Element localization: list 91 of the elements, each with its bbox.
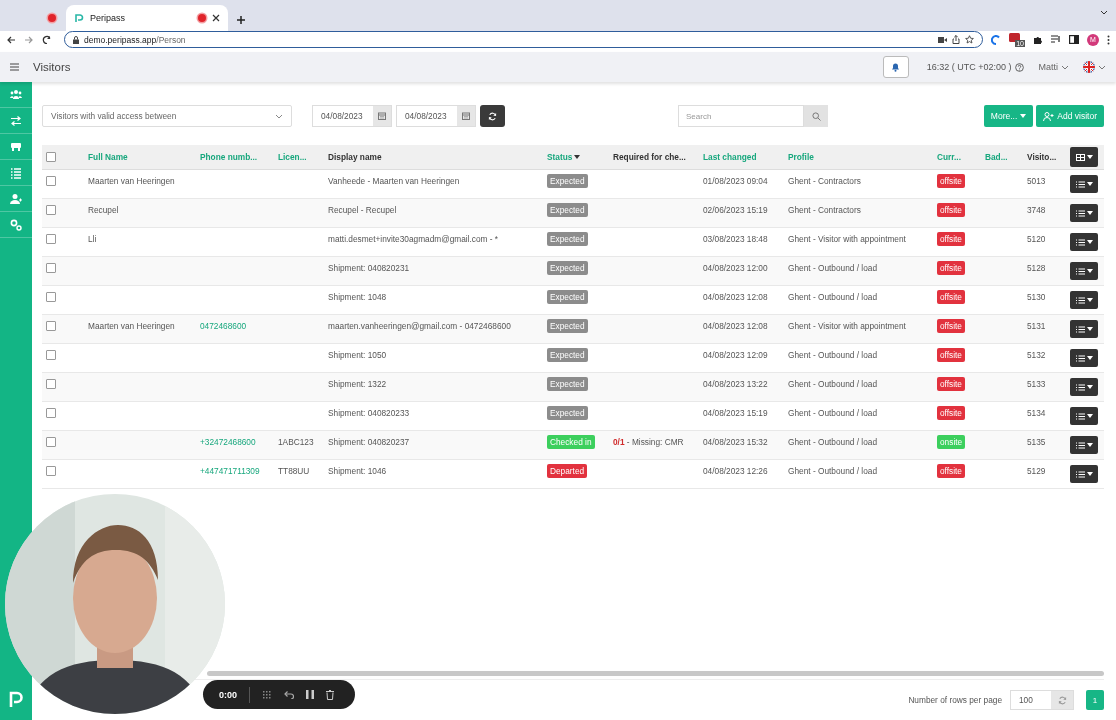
status-badge: Expected: [547, 174, 588, 188]
visitor-id-text: 5013: [1027, 176, 1046, 186]
display-name-text: Shipment: 1046: [328, 466, 387, 476]
visitor-id-text: 5128: [1027, 263, 1046, 273]
date-time-text: 03/08/2023 18:48: [703, 234, 768, 244]
date-time-text: 04/08/2023 12:09: [703, 350, 768, 360]
display-name-text: Recupel - Recupel: [328, 205, 397, 215]
status-badge: Expected: [547, 377, 588, 391]
user-menu[interactable]: Matti: [1038, 62, 1069, 72]
location-badge: offsite: [937, 464, 965, 478]
visitor-id-text: 5130: [1027, 292, 1046, 302]
rows-per-page-label: Number of rows per page: [908, 695, 1002, 705]
profile-text: Ghent - Outbound / load: [788, 408, 878, 418]
display-name-text: Shipment: 040820237: [328, 437, 410, 447]
date-from-field[interactable]: 04/08/2023: [312, 105, 392, 127]
date-to-field[interactable]: 04/08/2023: [396, 105, 476, 127]
date-time-text: 04/08/2023 12:08: [703, 321, 768, 331]
display-name-text: maarten.vanheeringen@gmail.com - 0472468600: [328, 321, 511, 331]
full-name-text: Lli: [88, 234, 97, 244]
profile-text: Ghent - Outbound / load: [788, 437, 878, 447]
display-name-text: Shipment: 1322: [328, 379, 387, 389]
date-time-text: 04/08/2023 12:08: [703, 292, 768, 302]
access-filter-dropdown[interactable]: Visitors with valid access between: [42, 105, 292, 127]
profile-text: Ghent - Visitor with appointment: [788, 321, 906, 331]
visitor-id-text: 5134: [1027, 408, 1046, 418]
display-name-text: Shipment: 040820231: [328, 263, 410, 273]
status-badge: Expected: [547, 348, 588, 362]
visitor-id-text: 5132: [1027, 350, 1046, 360]
more-button[interactable]: More...: [983, 105, 1034, 127]
status-badge: Checked in: [547, 435, 595, 449]
profile-text: Ghent - Outbound / load: [788, 350, 878, 360]
display-name-text: Shipment: 040820233: [328, 408, 410, 418]
status-badge: Expected: [547, 232, 588, 246]
date-time-text: 01/08/2023 09:04: [703, 176, 768, 186]
visitor-id-text: 5135: [1027, 437, 1046, 447]
recording-time: 0:00: [219, 689, 237, 700]
visitor-id-text: 5120: [1027, 234, 1046, 244]
visitor-id-text: 5129: [1027, 466, 1046, 476]
location-badge: offsite: [937, 203, 965, 217]
search-field[interactable]: Search: [678, 105, 804, 127]
status-badge: Departed: [547, 464, 588, 478]
display-name-text: Vanheede - Maarten van Heeringen: [328, 176, 460, 186]
full-name-text: Recupel: [88, 205, 119, 215]
license-plate-text: TT88UU: [278, 466, 310, 476]
phone-link[interactable]: +447471711309: [200, 466, 260, 476]
location-badge: offsite: [937, 174, 965, 188]
date-time-text: 04/08/2023 13:22: [703, 379, 768, 389]
location-badge: offsite: [937, 232, 965, 246]
profile-text: Ghent - Visitor with appointment: [788, 234, 906, 244]
full-name-text: Maarten van Heeringen: [88, 321, 175, 331]
date-time-text: 04/08/2023 15:32: [703, 437, 768, 447]
license-plate-text: 1ABC123: [278, 437, 314, 447]
browser-tab[interactable]: Peripass: [66, 5, 228, 31]
profile-text: Ghent - Outbound / load: [788, 292, 878, 302]
date-time-text: 02/06/2023 15:19: [703, 205, 768, 215]
location-badge: offsite: [937, 348, 965, 362]
location-badge: offsite: [937, 261, 965, 275]
column-header: Required for che...: [613, 152, 687, 162]
date-time-text: 04/08/2023 15:19: [703, 408, 768, 418]
date-time-text: 04/08/2023 12:00: [703, 263, 768, 273]
page-button[interactable]: 1: [1086, 690, 1104, 710]
time-zone-text: 16:32 ( UTC +02:00 ): [926, 62, 1012, 72]
status-badge: Expected: [547, 290, 588, 304]
profile-text: Ghent - Contractors: [788, 205, 861, 215]
date-time-text: 04/08/2023 12:26: [703, 466, 768, 476]
profile-text: Ghent - Outbound / load: [788, 263, 878, 273]
column-header: Display name: [328, 152, 383, 162]
status-badge: Expected: [547, 406, 588, 420]
location-badge: offsite: [937, 319, 965, 333]
display-name-text: Shipment: 1048: [328, 292, 387, 302]
visitor-id-text: 3748: [1027, 205, 1046, 215]
location-badge: offsite: [937, 377, 965, 391]
display-name-text: matti.desmet+invite30agmadm@gmail.com - *: [328, 234, 499, 244]
visitor-id-text: 5131: [1027, 321, 1046, 331]
profile-text: Ghent - Outbound / load: [788, 466, 878, 476]
display-name-text: Shipment: 1050: [328, 350, 387, 360]
location-badge: offsite: [937, 290, 965, 304]
location-badge: onsite: [937, 435, 966, 449]
requirement-text: 0/1 - Missing: CMR: [613, 437, 684, 447]
profile-text: Ghent - Contractors: [788, 176, 861, 186]
status-badge: Expected: [547, 203, 588, 217]
status-badge: Expected: [547, 319, 588, 333]
visitor-id-text: 5133: [1027, 379, 1046, 389]
add-visitor-button[interactable]: Add visitor: [1036, 105, 1104, 127]
status-badge: Expected: [547, 261, 588, 275]
page-title: Visitors: [33, 61, 71, 73]
location-badge: offsite: [937, 406, 965, 420]
rows-per-page-field[interactable]: 100: [1010, 690, 1074, 710]
full-name-text: Maarten van Heeringen: [88, 176, 175, 186]
column-header: Visito...: [1027, 152, 1058, 162]
profile-text: Ghent - Outbound / load: [788, 379, 878, 389]
